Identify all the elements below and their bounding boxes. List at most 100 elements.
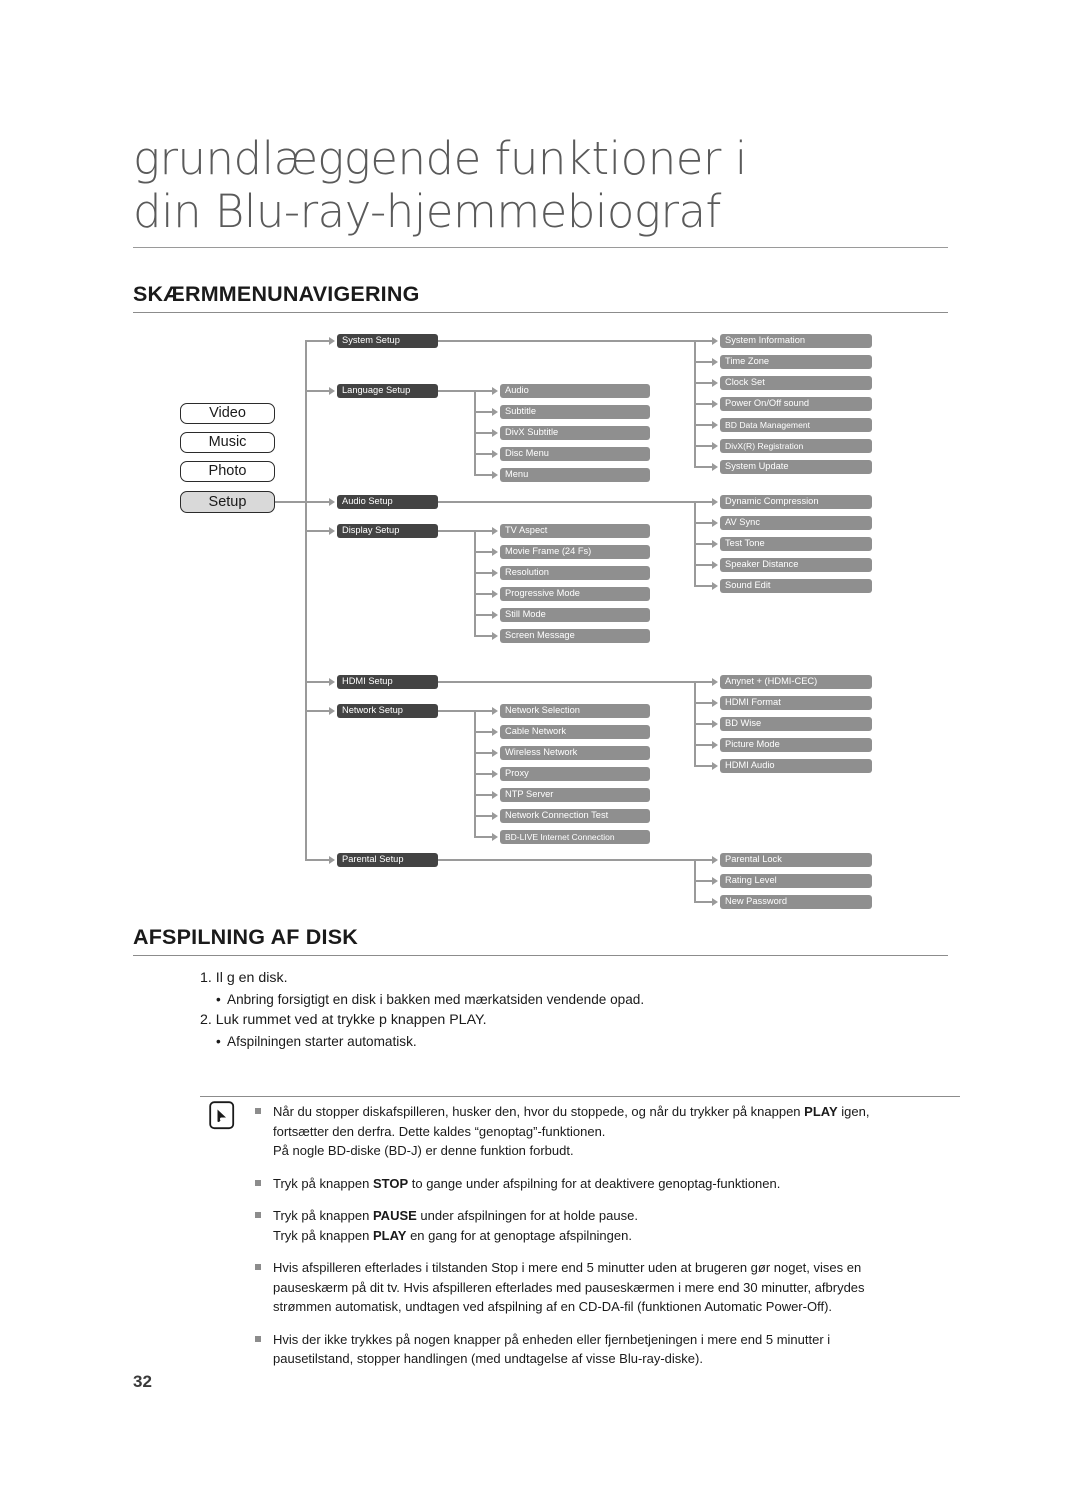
connector-system-update (694, 466, 714, 469)
note-item-text: Tryk på knappen STOP to gange under afsp… (273, 1175, 781, 1191)
connector-divx-registration (694, 445, 714, 448)
playback-steps: 1. Il g en disk. • Anbring forsigtigt en … (200, 968, 960, 1052)
menu-branch-language-setup[interactable]: Language Setup (337, 384, 438, 398)
connector-dynamic-compression (694, 501, 714, 504)
connector-display-spine (474, 530, 477, 635)
menu-leaf-speaker-distance[interactable]: Speaker Distance (720, 558, 872, 572)
playback-step-1-bullet-1-text: Anbring forsigtigt en disk i bakken med … (227, 992, 645, 1007)
playback-step-1-bullet-1: • Anbring forsigtigt en disk i bakken med… (200, 989, 960, 1010)
menu-leaf-disc-menu[interactable]: Disc Menu (500, 447, 650, 461)
menu-leaf-wireless-network[interactable]: Wireless Network (500, 746, 650, 760)
menu-leaf-hdmi-audio[interactable]: HDMI Audio (720, 759, 872, 773)
arrow-icon-subtitle (492, 408, 498, 416)
arrow-icon-bd-wise (712, 720, 718, 728)
menu-leaf-system-information[interactable]: System Information (720, 334, 872, 348)
note-item: Hvis afspilleren efterlades i tilstanden… (255, 1258, 960, 1317)
menu-leaf-parental-lock[interactable]: Parental Lock (720, 853, 872, 867)
section-title-disc-playback: AFSPILNING AF DISK (133, 925, 358, 949)
menu-root-photo[interactable]: Photo (180, 461, 275, 482)
arrow-icon-dynamic-compression (712, 498, 718, 506)
note-list: Når du stopper diskafspilleren, husker d… (255, 1102, 960, 1382)
note-item: Når du stopper diskafspilleren, husker d… (255, 1102, 960, 1161)
menu-leaf-network-connection-test[interactable]: Network Connection Test (500, 809, 650, 823)
menu-leaf-divx-registration[interactable]: DivX(R) Registration (720, 439, 872, 453)
menu-root-setup[interactable]: Setup (180, 491, 275, 513)
menu-leaf-tv-aspect[interactable]: TV Aspect (500, 524, 650, 538)
arrow-icon-cable-network (492, 728, 498, 736)
menu-leaf-divx-subtitle[interactable]: DivX Subtitle (500, 426, 650, 440)
menu-leaf-resolution[interactable]: Resolution (500, 566, 650, 580)
arrow-icon-network-selection (492, 707, 498, 715)
menu-leaf-proxy[interactable]: Proxy (500, 767, 650, 781)
menu-leaf-movie-frame[interactable]: Movie Frame (24 Fs) (500, 545, 650, 559)
menu-branch-network-setup[interactable]: Network Setup (337, 704, 438, 718)
menu-leaf-test-tone[interactable]: Test Tone (720, 537, 872, 551)
arrow-icon-disc-menu (492, 450, 498, 458)
menu-branch-display-setup[interactable]: Display Setup (337, 524, 438, 538)
connector-hdmi-run (438, 681, 694, 684)
connector-parental-run (438, 859, 694, 862)
arrow-icon-system-information (712, 337, 718, 345)
connector-audio (474, 390, 494, 393)
menu-leaf-picture-mode[interactable]: Picture Mode (720, 738, 872, 752)
menu-leaf-ntp-server[interactable]: NTP Server (500, 788, 650, 802)
arrow-icon-network-connection-test (492, 812, 498, 820)
playback-step-2-number: 2. (200, 1012, 212, 1028)
menu-leaf-clock-set[interactable]: Clock Set (720, 376, 872, 390)
arrow-icon-clock-set (712, 379, 718, 387)
connector-trunk-display-setup (305, 530, 331, 533)
menu-leaf-progressive-mode[interactable]: Progressive Mode (500, 587, 650, 601)
menu-branch-parental-setup[interactable]: Parental Setup (337, 853, 438, 867)
menu-leaf-audio[interactable]: Audio (500, 384, 650, 398)
menu-branch-system-setup[interactable]: System Setup (337, 334, 438, 348)
connector-anynet (694, 681, 714, 684)
menu-leaf-hdmi-format[interactable]: HDMI Format (720, 696, 872, 710)
connector-test-tone (694, 543, 714, 546)
connector-display-run (438, 530, 474, 533)
menu-leaf-time-zone[interactable]: Time Zone (720, 355, 872, 369)
note-item: Tryk på knappen STOP to gange under afsp… (255, 1174, 960, 1194)
playback-step-1-number: 1. (200, 970, 212, 986)
connector-menu (474, 474, 494, 477)
menu-leaf-still-mode[interactable]: Still Mode (500, 608, 650, 622)
menu-leaf-bd-live-internet-connection[interactable]: BD-LIVE Internet Connection (500, 830, 650, 844)
arrow-icon-system-setup (329, 337, 335, 345)
menu-leaf-new-password[interactable]: New Password (720, 895, 872, 909)
menu-leaf-subtitle[interactable]: Subtitle (500, 405, 650, 419)
connector-trunk-audio-setup (305, 501, 331, 504)
menu-leaf-menu[interactable]: Menu (500, 468, 650, 482)
connector-audio-setup-run (438, 501, 694, 504)
menu-leaf-bd-data-management[interactable]: BD Data Management (720, 418, 872, 432)
connector-tv-aspect (474, 530, 494, 533)
connector-speaker-distance (694, 564, 714, 567)
menu-leaf-bd-wise[interactable]: BD Wise (720, 717, 872, 731)
connector-cable-network (474, 731, 494, 734)
page-number: 32 (133, 1372, 152, 1391)
menu-leaf-rating-level[interactable]: Rating Level (720, 874, 872, 888)
note-bullet-square-icon (255, 1335, 261, 1342)
menu-leaf-power-on-off-sound[interactable]: Power On/Off sound (720, 397, 872, 411)
arrow-icon-rating-level (712, 877, 718, 885)
menu-branch-hdmi-setup[interactable]: HDMI Setup (337, 675, 438, 689)
menu-leaf-anynet-hdmi-cec[interactable]: Anynet + (HDMI-CEC) (720, 675, 872, 689)
note-rule-top (200, 1096, 960, 1097)
connector-trunk-vertical (305, 341, 308, 861)
menu-leaf-system-update[interactable]: System Update (720, 460, 872, 474)
connector-hdmi-audio (694, 765, 714, 768)
menu-branch-audio-setup[interactable]: Audio Setup (337, 495, 438, 509)
menu-leaf-network-selection[interactable]: Network Selection (500, 704, 650, 718)
menu-leaf-cable-network[interactable]: Cable Network (500, 725, 650, 739)
menu-leaf-av-sync[interactable]: AV Sync (720, 516, 872, 530)
arrow-icon-proxy (492, 770, 498, 778)
arrow-icon-resolution (492, 569, 498, 577)
menu-leaf-screen-message[interactable]: Screen Message (500, 629, 650, 643)
note-item-text: Når du stopper diskafspilleren, husker d… (273, 1104, 870, 1158)
arrow-icon-network-setup (329, 707, 335, 715)
menu-root-video[interactable]: Video (180, 403, 275, 424)
menu-leaf-sound-edit[interactable]: Sound Edit (720, 579, 872, 593)
connector-system-setup-run (438, 340, 694, 343)
playback-step-2: 2. Luk rummet ved at trykke p knappen PL… (200, 1010, 960, 1031)
connector-trunk-network-setup (305, 710, 331, 713)
menu-leaf-dynamic-compression[interactable]: Dynamic Compression (720, 495, 872, 509)
menu-root-music[interactable]: Music (180, 432, 275, 453)
